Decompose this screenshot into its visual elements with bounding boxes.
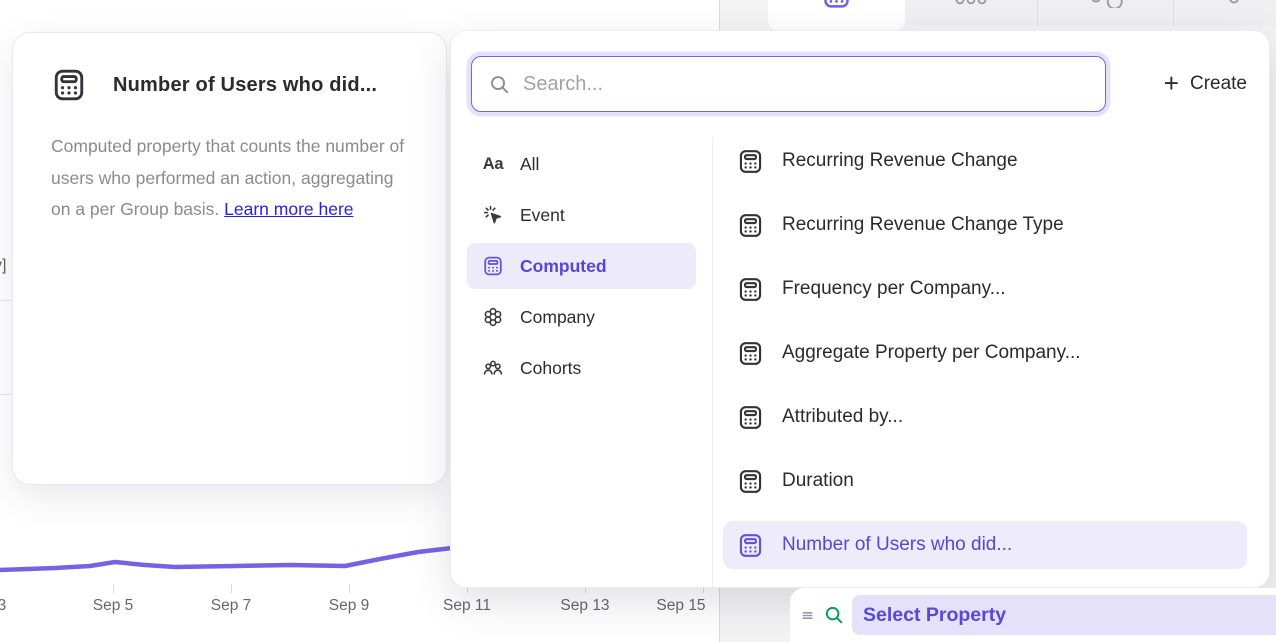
category-item-cohorts[interactable]: Cohorts	[467, 345, 696, 391]
property-label: Number of Users who did...	[782, 534, 1012, 556]
category-label: Cohorts	[520, 358, 581, 379]
property-item[interactable]: Recurring Revenue Change	[723, 137, 1247, 185]
property-label: Aggregate Property per Company...	[782, 342, 1081, 364]
picker-body: Aa All Event Computed Company Cohorts Re…	[451, 137, 1269, 587]
calculator-icon	[737, 468, 764, 495]
x-axis-label: Sep 13	[560, 597, 609, 615]
aa-text-icon: Aa	[481, 152, 505, 176]
background-text-fragment: y]	[0, 257, 6, 275]
property-item[interactable]: Frequency per Company...	[723, 265, 1247, 313]
create-button[interactable]: + Create	[1164, 71, 1247, 97]
x-axis-label: Sep 7	[211, 597, 252, 615]
plus-icon: +	[1164, 70, 1179, 96]
x-axis-label: Sep 11	[443, 597, 491, 615]
property-tooltip-card: Number of Users who did... Computed prop…	[12, 32, 447, 485]
cohorts-icon	[481, 356, 505, 380]
property-label: Recurring Revenue Change	[782, 150, 1018, 172]
x-axis-tick	[113, 584, 114, 593]
learn-more-link[interactable]: Learn more here	[224, 199, 353, 219]
property-item[interactable]: Aggregate Property per Company...	[723, 329, 1247, 377]
property-item[interactable]: Attributed by...	[723, 393, 1247, 441]
category-label: Computed	[520, 256, 607, 277]
category-item-event[interactable]: Event	[467, 192, 696, 238]
property-label: Frequency per Company...	[782, 278, 1006, 300]
calculator-icon	[51, 67, 87, 103]
tab-bar-chart[interactable]	[905, 0, 1037, 26]
property-picker-popover: + Create Aa All Event Computed Company C…	[450, 30, 1270, 588]
calculator-icon	[737, 404, 764, 431]
calculator-icon	[819, 0, 855, 11]
visualization-tabs	[768, 0, 1276, 30]
tab-retention-chart[interactable]	[1037, 0, 1173, 26]
breakdown-bar: Select Property	[790, 588, 1276, 642]
category-item-company[interactable]: Company	[467, 294, 696, 340]
category-list: Aa All Event Computed Company Cohorts	[451, 137, 713, 587]
x-axis-label: Sep 3	[0, 597, 6, 615]
property-label: Attributed by...	[782, 406, 903, 428]
property-item[interactable]: Number of Users who did...	[723, 521, 1247, 569]
picker-search-row: + Create	[451, 31, 1269, 137]
search-icon	[488, 73, 511, 96]
spark-icon	[481, 203, 505, 227]
drag-handle-icon[interactable]	[799, 607, 816, 624]
select-property-label: Select Property	[863, 604, 1006, 627]
calculator-icon	[737, 340, 764, 367]
retention-icon	[1090, 0, 1124, 8]
x-axis-label: Sep 5	[93, 597, 134, 615]
background-divider-fragment	[0, 394, 11, 395]
tab-group-inactive	[905, 0, 1276, 26]
tooltip-title: Number of Users who did...	[113, 74, 377, 97]
property-search-icon	[823, 604, 845, 626]
calculator-icon	[737, 212, 764, 239]
calculator-icon	[481, 254, 505, 278]
search-box[interactable]	[471, 56, 1106, 112]
property-item[interactable]: Recurring Revenue Change Type	[723, 201, 1247, 249]
x-axis-label: Sep 9	[329, 597, 370, 615]
category-item-computed[interactable]: Computed	[467, 243, 696, 289]
x-axis-label: Sep 15	[656, 597, 705, 615]
property-label: Duration	[782, 470, 854, 492]
category-label: Event	[520, 205, 565, 226]
x-axis-tick	[231, 584, 232, 593]
background-divider-fragment	[0, 300, 11, 301]
select-property-field[interactable]: Select Property	[852, 595, 1276, 635]
tooltip-header: Number of Users who did...	[13, 33, 446, 103]
app-root: Sep 3 Sep 5 Sep 7 Sep 9 Sep 11 Sep 13 Sep 15 y…	[0, 0, 1276, 642]
category-label: All	[520, 154, 539, 175]
property-item[interactable]: Duration	[723, 457, 1247, 505]
dot-icon	[1228, 0, 1240, 6]
calculator-icon	[737, 532, 764, 559]
bars-icon	[955, 0, 987, 8]
company-icon	[481, 305, 505, 329]
calculator-icon	[737, 148, 764, 175]
tab-funnel-chart[interactable]	[1173, 0, 1276, 26]
category-label: Company	[520, 307, 595, 328]
chart-line-series	[0, 547, 465, 570]
property-list: Recurring Revenue Change Recurring Reven…	[713, 137, 1269, 587]
calculator-icon	[737, 276, 764, 303]
x-axis-tick	[349, 584, 350, 593]
tooltip-description: Computed property that counts the number…	[13, 103, 446, 226]
category-item-all[interactable]: Aa All	[467, 141, 696, 187]
tab-computed-active[interactable]	[768, 0, 905, 30]
property-label: Recurring Revenue Change Type	[782, 214, 1064, 236]
search-input[interactable]	[523, 73, 1091, 96]
